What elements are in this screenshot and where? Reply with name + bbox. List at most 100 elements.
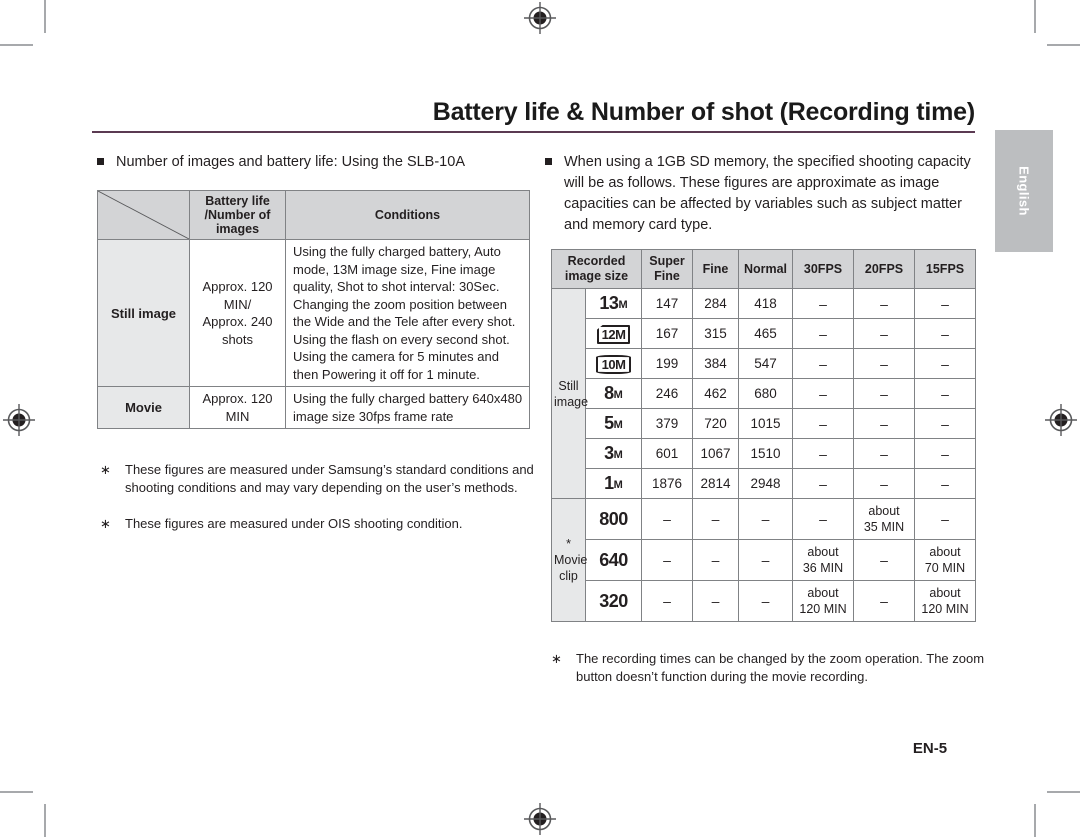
- cell-fine: 1067: [692, 438, 740, 469]
- table-row: 8M 246 462 680 – – –: [552, 378, 977, 409]
- size-number: 8: [604, 383, 614, 403]
- left-footnote-1-text: These figures are measured under Samsung…: [125, 462, 534, 495]
- group-label-movie-line1: * Movie: [554, 537, 588, 567]
- table-row: 12M 167 315 465 – – –: [552, 318, 977, 349]
- cell-still-conditions: Using the fully charged battery, Auto mo…: [285, 239, 530, 387]
- registration-mark-top: [524, 2, 556, 34]
- cell-superfine: 246: [641, 378, 694, 409]
- table-header-row: Recorded image size Super Fine Fine Norm…: [550, 249, 977, 289]
- cell-15fps-line1: about: [929, 545, 961, 559]
- cell-30fps: –: [792, 318, 855, 349]
- crop-mark-bottom-left-horizontal: [0, 791, 33, 793]
- cell-normal: 1510: [738, 438, 794, 469]
- cell-superfine: 199: [641, 348, 694, 379]
- right-footnote-1: ∗ The recording times can be changed by …: [551, 650, 991, 686]
- cell-15fps: –: [914, 468, 977, 499]
- header-recorded-line2: image size: [564, 269, 629, 283]
- cell-15fps: –: [914, 288, 977, 319]
- cell-20fps: about 35 MIN: [853, 498, 916, 540]
- manual-page: Battery life & Number of shot (Recording…: [0, 0, 1080, 837]
- size-number: 12: [601, 327, 616, 342]
- cell-15fps: about 120 MIN: [914, 580, 977, 622]
- cell-30fps: about 36 MIN: [792, 539, 855, 581]
- row-label-movie: Movie: [97, 386, 190, 429]
- cell-20fps: –: [853, 318, 916, 349]
- crop-mark-top-right-horizontal: [1047, 44, 1080, 46]
- cell-fine: 384: [692, 348, 740, 379]
- cell-30fps: –: [792, 408, 855, 439]
- right-section-bullet-text: When using a 1GB SD memory, the specifie…: [564, 154, 971, 233]
- cell-superfine: 601: [641, 438, 694, 469]
- cell-15fps: –: [914, 378, 977, 409]
- cell-superfine: 147: [641, 288, 694, 319]
- cell-15fps-line1: about: [929, 586, 961, 600]
- size-badge: 12M: [596, 325, 631, 344]
- asterisk-icon: ∗: [100, 462, 111, 477]
- crop-mark-top-left-vertical: [44, 0, 46, 33]
- cell-superfine: 1876: [641, 468, 694, 499]
- value-line2: MIN/: [223, 296, 252, 312]
- square-bullet-icon: [545, 158, 552, 165]
- table-row: 640 – – – about 36 MIN – about 70 MIN: [552, 539, 977, 581]
- cell-20fps-line1: about: [868, 504, 900, 518]
- left-footnote-1: ∗ These figures are measured under Samsu…: [100, 461, 540, 497]
- header-recorded-image-size: Recorded image size: [550, 249, 643, 289]
- table-row: Movie Approx. 120 MIN Using the fully ch…: [97, 386, 530, 429]
- size-number: 1: [604, 473, 614, 493]
- cell-15fps-line2: 70 MIN: [924, 561, 966, 575]
- cell-30fps: –: [792, 378, 855, 409]
- group-label-movie-clip: * Movie clip: [551, 498, 588, 622]
- asterisk-icon: ∗: [551, 651, 562, 666]
- header-super-fine-line2: Fine: [654, 269, 680, 283]
- image-size-3m-icon: 3M: [584, 438, 643, 469]
- image-size-8m-icon: 8M: [584, 378, 643, 409]
- cell-20fps: –: [853, 378, 916, 409]
- header-battery-life-line3: images: [215, 222, 260, 236]
- cell-superfine: 167: [641, 318, 694, 349]
- table-row: Still image 13M 147 284 418 – – –: [551, 288, 977, 499]
- cell-20fps-line2: 35 MIN: [863, 520, 905, 534]
- value-line3: Approx. 240: [202, 314, 273, 329]
- cell-normal: 680: [738, 378, 794, 409]
- battery-life-table: Battery life /Number of images Condition…: [97, 190, 530, 429]
- cell-normal: 1015: [738, 408, 794, 439]
- size-unit: M: [618, 299, 628, 311]
- crop-mark-bottom-left-vertical: [44, 804, 46, 837]
- cell-normal: 465: [738, 318, 794, 349]
- size-unit: M: [615, 357, 626, 372]
- image-size-5m-icon: 5M: [584, 408, 643, 439]
- cell-20fps: –: [853, 438, 916, 469]
- table-header-row: Battery life /Number of images Condition…: [97, 190, 530, 240]
- left-footnote-2: ∗ These figures are measured under OIS s…: [100, 515, 540, 533]
- cell-30fps: –: [792, 498, 855, 540]
- header-battery-life-line2: /Number of: [204, 208, 271, 222]
- size-number: 5: [604, 413, 614, 433]
- group-label-still-line2: image: [554, 394, 589, 409]
- group-label-movie-line2: clip: [559, 569, 578, 583]
- cell-fine: 2814: [692, 468, 740, 499]
- diagonal-divider-icon: [98, 191, 189, 239]
- cell-superfine: 379: [641, 408, 694, 439]
- image-size-13m-icon: 13M: [584, 288, 643, 319]
- header-recorded-line1: Recorded: [567, 254, 626, 268]
- cell-30fps: –: [792, 468, 855, 499]
- cell-superfine: –: [641, 580, 694, 622]
- cell-normal: 2948: [738, 468, 794, 499]
- table-row: 1M 1876 2814 2948 – – –: [552, 468, 977, 499]
- cell-normal: –: [738, 498, 794, 540]
- crop-mark-bottom-right-horizontal: [1047, 791, 1080, 793]
- page-title: Battery life & Number of shot (Recording…: [432, 98, 975, 126]
- cell-30fps: –: [792, 438, 855, 469]
- cell-still-battery-value: Approx. 120 MIN/ Approx. 240 shots: [189, 239, 286, 387]
- registration-mark-bottom: [524, 803, 556, 835]
- cell-15fps: –: [914, 498, 977, 540]
- size-unit: M: [615, 327, 626, 342]
- cell-15fps: –: [914, 438, 977, 469]
- cell-fine: –: [692, 498, 740, 540]
- size-number: 10: [601, 357, 616, 372]
- cell-superfine: –: [641, 539, 694, 581]
- registration-mark-left: [3, 404, 35, 436]
- cell-20fps: –: [853, 408, 916, 439]
- size-unit: M: [613, 449, 623, 461]
- square-bullet-icon: [97, 158, 104, 165]
